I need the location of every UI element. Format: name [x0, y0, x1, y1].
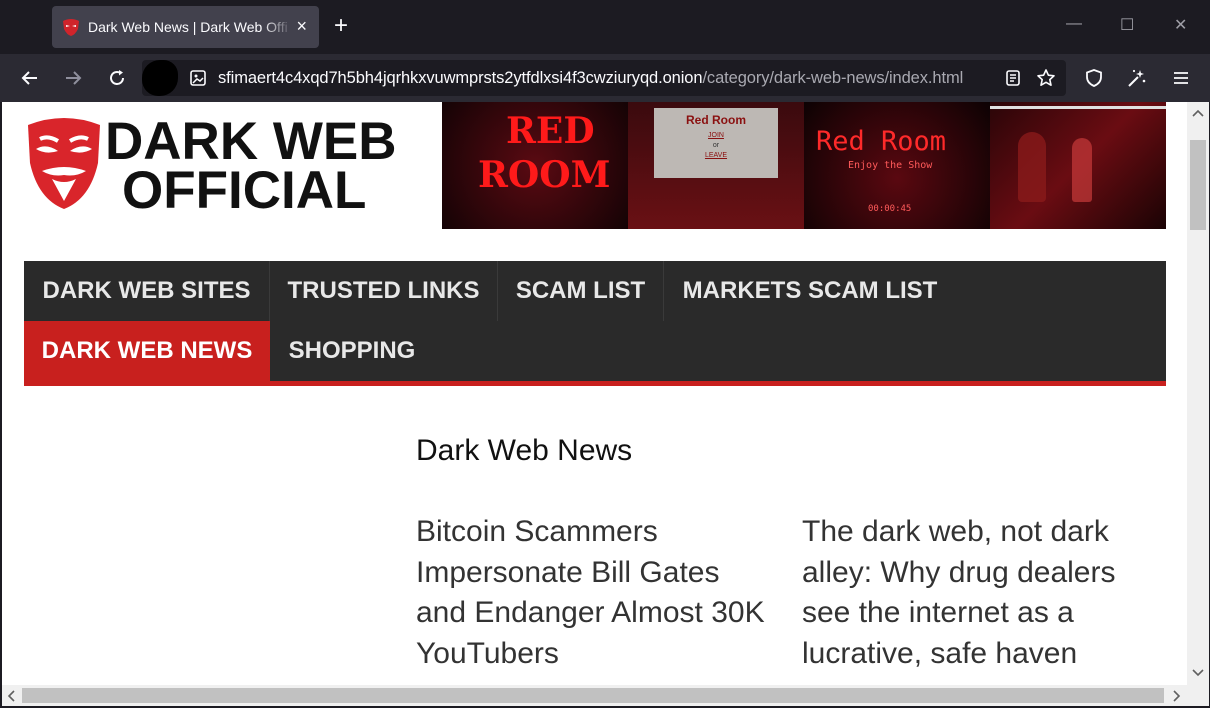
banner-or-text: or: [712, 142, 720, 149]
scroll-left-icon[interactable]: [6, 690, 16, 702]
maximize-button[interactable]: ☐: [1120, 15, 1134, 35]
banner-panel-3: Red Room Enjoy the Show 00:00:45: [804, 102, 990, 229]
page-icon[interactable]: [189, 69, 207, 87]
tracking-protection-button[interactable]: [1082, 66, 1106, 90]
vertical-scrollbar[interactable]: [1187, 102, 1209, 685]
nav-scam-list[interactable]: SCAM LIST: [498, 261, 663, 321]
banner-panel-2: Red Room JOIN or LEAVE: [628, 102, 804, 229]
browser-tab[interactable]: Dark Web News | Dark Web Offi ×: [52, 6, 319, 48]
logo-text-line2: OFFICIAL: [122, 161, 367, 220]
article-title-link[interactable]: The dark web, not dark alley: Why drug d…: [802, 512, 1168, 674]
banner-panel1-line1: RED: [506, 110, 595, 152]
banner-join-link: JOIN: [708, 132, 724, 139]
redaction-mark: [142, 60, 178, 96]
horizontal-scrollbar[interactable]: [2, 685, 1187, 706]
scrollbar-corner: [1187, 685, 1209, 706]
reload-button[interactable]: [105, 66, 129, 90]
nav-trusted-links[interactable]: TRUSTED LINKS: [270, 261, 497, 321]
nav-dark-web-news[interactable]: DARK WEB NEWS: [24, 321, 270, 381]
scroll-down-icon[interactable]: [1192, 668, 1204, 678]
banner-leave-link: LEAVE: [704, 152, 728, 159]
horizontal-scroll-thumb[interactable]: [22, 688, 1164, 703]
forward-icon: [66, 71, 82, 85]
forward-button[interactable]: [61, 66, 85, 90]
minimize-button[interactable]: —: [1066, 15, 1082, 33]
tab-strip: Dark Web News | Dark Web Offi × + — ☐ ✕: [0, 0, 1210, 54]
browser-toolbar: sfimaert4c4xqd7h5bh4jqrhkxvuwmprsts2ytfd…: [0, 54, 1210, 102]
bookmark-star-icon[interactable]: [1036, 68, 1056, 88]
banner-panel2-title: Red Room: [686, 113, 746, 127]
vertical-scroll-thumb[interactable]: [1190, 140, 1206, 230]
nav-shopping[interactable]: SHOPPING: [270, 321, 434, 381]
mask-favicon-icon: [63, 19, 79, 36]
menu-icon: [1174, 72, 1188, 84]
page-viewport: DARK WEB OFFICIAL RED ROOM Red Room JOIN…: [2, 102, 1187, 685]
app-menu-button[interactable]: [1169, 66, 1193, 90]
red-room-banner[interactable]: RED ROOM Red Room JOIN or LEAVE Red Room…: [442, 102, 1166, 229]
banner-panel3-title: Red Room: [816, 126, 947, 157]
close-window-button[interactable]: ✕: [1174, 15, 1187, 35]
url-bar[interactable]: sfimaert4c4xqd7h5bh4jqrhkxvuwmprsts2ytfd…: [142, 60, 1066, 96]
url-host: sfimaert4c4xqd7h5bh4jqrhkxvuwmprsts2ytfd…: [218, 69, 703, 87]
nav-accent-bar: [24, 381, 1166, 386]
back-icon: [21, 71, 37, 85]
shield-icon: [1086, 69, 1102, 87]
banner-panel3-sub: Enjoy the Show: [848, 160, 933, 171]
tab-close-button[interactable]: ×: [296, 17, 307, 35]
banner-panel3-time: 00:00:45: [868, 204, 912, 214]
url-path: /category/dark-web-news/index.html: [702, 69, 964, 87]
nav-markets-scam-list[interactable]: MARKETS SCAM LIST: [664, 261, 956, 321]
banner-panel-4: [990, 102, 1166, 229]
mask-logo-icon: [28, 118, 100, 209]
scroll-right-icon[interactable]: [1172, 690, 1182, 702]
new-tab-button[interactable]: +: [334, 14, 348, 38]
nav-dark-web-sites[interactable]: DARK WEB SITES: [24, 261, 269, 321]
back-button[interactable]: [18, 66, 42, 90]
main-nav: DARK WEB SITES TRUSTED LINKS SCAM LIST M…: [24, 261, 1166, 381]
article-title-link[interactable]: Bitcoin Scammers Impersonate Bill Gates …: [416, 512, 772, 674]
reload-icon: [110, 70, 124, 85]
extensions-button[interactable]: [1125, 66, 1149, 90]
scroll-up-icon[interactable]: [1192, 108, 1204, 118]
tab-title: Dark Web News | Dark Web Offi: [88, 19, 288, 35]
extensions-icon: [1128, 69, 1146, 87]
url-text[interactable]: sfimaert4c4xqd7h5bh4jqrhkxvuwmprsts2ytfd…: [218, 69, 963, 88]
banner-panel-1: RED ROOM: [442, 102, 628, 229]
page-title: Dark Web News: [416, 434, 633, 467]
site-logo[interactable]: DARK WEB OFFICIAL: [2, 102, 402, 222]
reader-view-icon[interactable]: [1004, 69, 1022, 87]
banner-panel1-line2: ROOM: [478, 154, 611, 196]
